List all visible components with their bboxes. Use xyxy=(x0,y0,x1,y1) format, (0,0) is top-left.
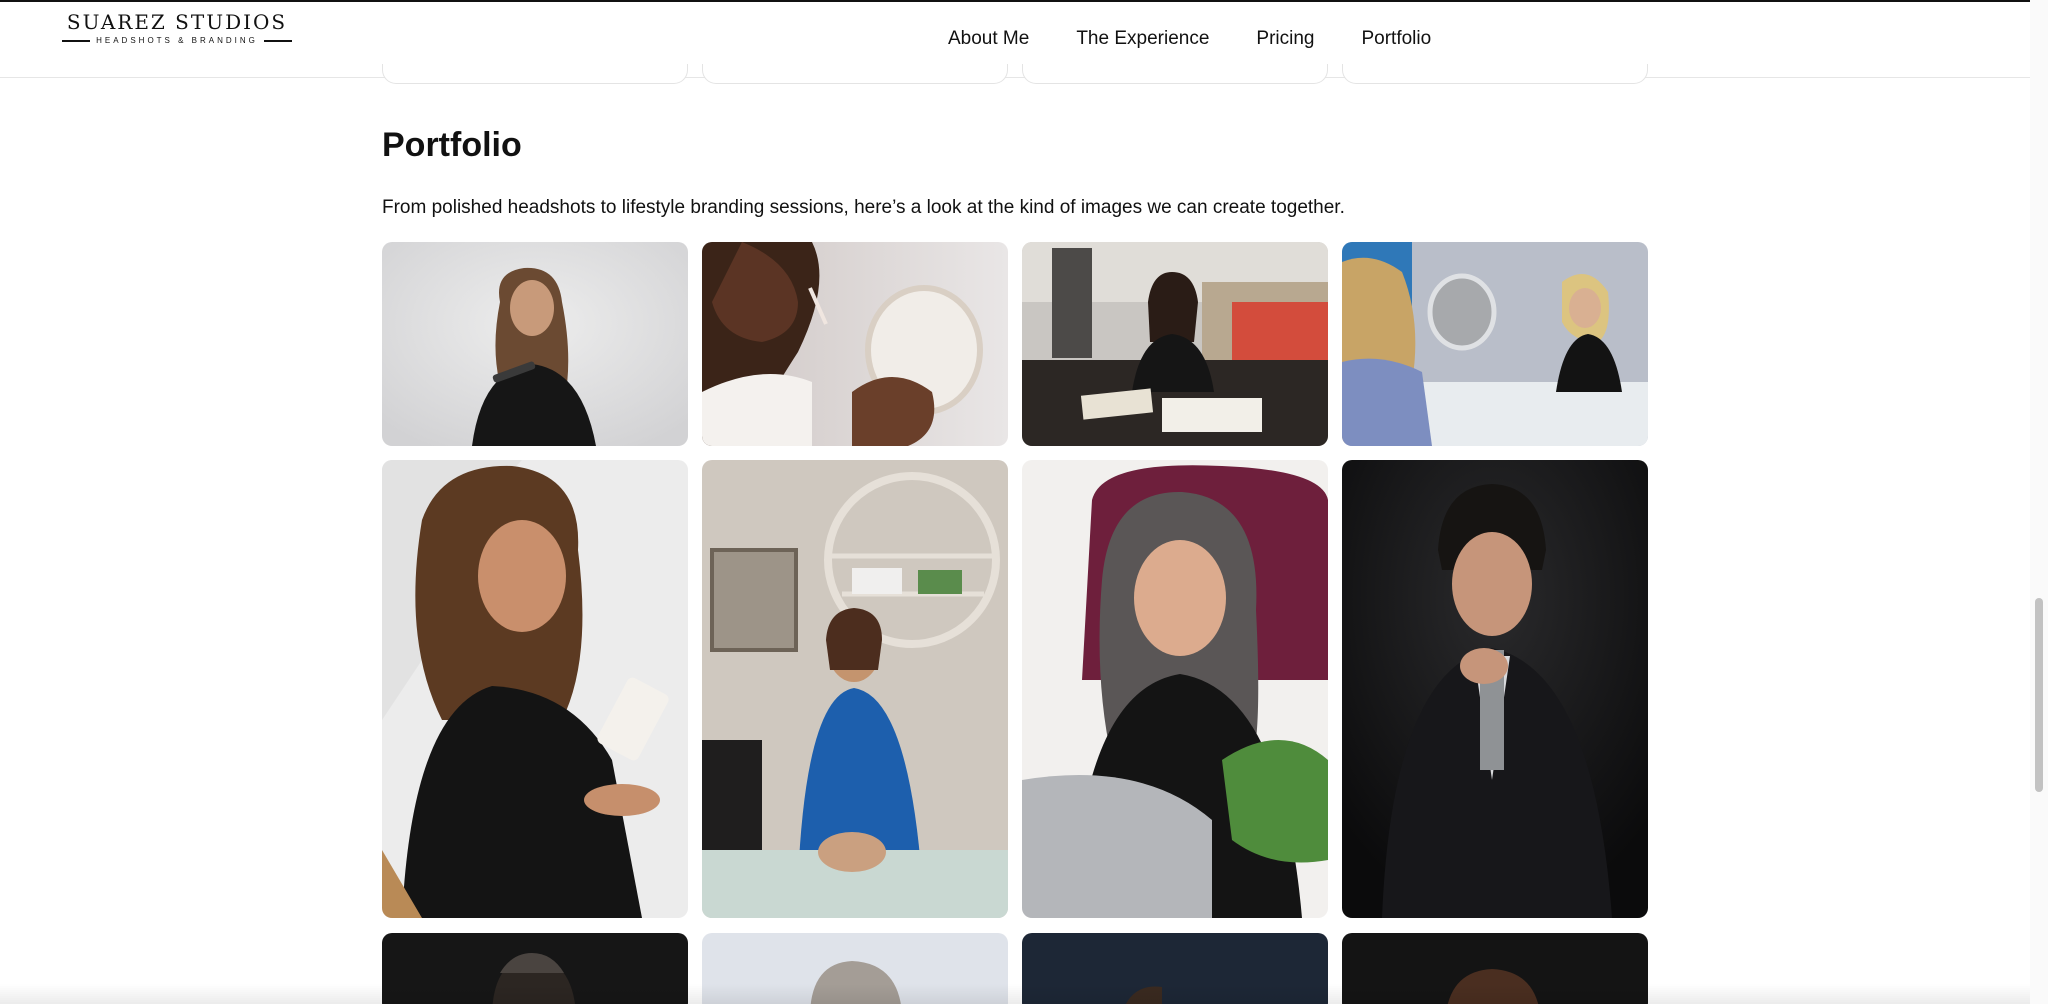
previous-card-2 xyxy=(702,64,1008,84)
nav-pricing[interactable]: Pricing xyxy=(1256,28,1314,50)
previous-card-4 xyxy=(1342,64,1648,84)
logo-rule-left xyxy=(62,39,91,42)
nav-portfolio[interactable]: Portfolio xyxy=(1361,28,1431,50)
portfolio-photo-gray-haired-portrait[interactable] xyxy=(702,933,1008,1004)
portfolio-photo-lipgloss-mirror[interactable] xyxy=(702,242,1008,446)
scrollbar-thumb[interactable] xyxy=(2035,598,2043,792)
portfolio-photo-consultation-table[interactable] xyxy=(1342,242,1648,446)
portfolio-description: From polished headshots to lifestyle bra… xyxy=(382,197,1345,218)
nav-the-experience[interactable]: The Experience xyxy=(1076,28,1209,50)
portfolio-heading: Portfolio xyxy=(382,126,522,164)
portfolio-photo-woman-holding-pen[interactable] xyxy=(382,242,688,446)
portfolio-photo-man-in-suit[interactable] xyxy=(1342,460,1648,918)
brand-tagline-row: HEADSHOTS & BRANDING xyxy=(62,36,293,45)
previous-card-3 xyxy=(1022,64,1328,84)
nav-about-me[interactable]: About Me xyxy=(948,28,1029,50)
portfolio-photo-dark-portrait[interactable] xyxy=(382,933,688,1004)
portfolio-photo-woman-with-lotion[interactable] xyxy=(382,460,688,918)
previous-card-1 xyxy=(382,64,688,84)
brand-logo[interactable]: SUAREZ STUDIOS HEADSHOTS & BRANDING xyxy=(62,10,293,54)
bottom-shade xyxy=(0,984,2030,1004)
scrollbar-track[interactable] xyxy=(2030,0,2048,1004)
brand-tagline: HEADSHOTS & BRANDING xyxy=(96,36,258,45)
portfolio-photo-designer-at-desk[interactable] xyxy=(1022,242,1328,446)
site-header: SUAREZ STUDIOS HEADSHOTS & BRANDING Abou… xyxy=(0,2,2030,78)
portfolio-photo-aesthetician-treatment[interactable] xyxy=(702,460,1008,918)
portfolio-photo-navy-portrait[interactable] xyxy=(1022,933,1328,1004)
main-nav: About Me The Experience Pricing Portfoli… xyxy=(948,28,1431,50)
portfolio-photo-dark-portrait-2[interactable] xyxy=(1342,933,1648,1004)
portfolio-photo-woman-with-laptop[interactable] xyxy=(1022,460,1328,918)
brand-name: SUAREZ STUDIOS xyxy=(66,10,288,34)
logo-rule-right xyxy=(263,39,293,42)
